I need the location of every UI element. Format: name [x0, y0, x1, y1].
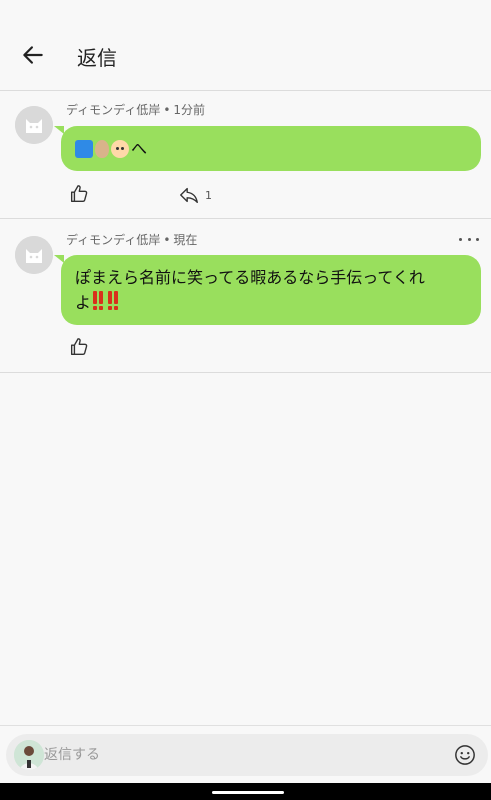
comment-text-line-2: よ [75, 290, 467, 315]
like-button[interactable] [68, 183, 90, 205]
reply-input-bar [6, 734, 488, 776]
double-exclamation-icon [91, 291, 106, 311]
back-button[interactable] [20, 42, 46, 68]
thumbs-up-icon [70, 338, 88, 356]
avatar[interactable] [15, 236, 53, 274]
author-name[interactable]: ディモンディ低岸 [66, 103, 160, 117]
blue-square-icon [75, 139, 93, 158]
smiley-icon [455, 745, 475, 765]
author-name[interactable]: ディモンディ低岸 [66, 233, 160, 247]
comment-meta: ディモンディ低岸 • 現在 [66, 231, 197, 248]
page-title: 返信 [77, 46, 117, 70]
more-dots-icon [476, 237, 479, 241]
comment-text-line: よ [75, 293, 92, 312]
divider [0, 372, 491, 373]
divider [0, 90, 491, 91]
arrow-left-icon [23, 46, 43, 64]
comment-meta: ディモンディ低岸 • 1分前 [66, 101, 205, 118]
reply-arrow-icon [180, 187, 198, 204]
emoji-button[interactable] [454, 744, 476, 766]
avatar[interactable] [15, 106, 53, 144]
more-dots-icon [459, 237, 462, 241]
system-nav-bar [0, 783, 491, 800]
baby-face-icon [111, 139, 129, 158]
like-button[interactable] [68, 336, 90, 358]
user-avatar[interactable] [14, 740, 44, 770]
more-dots-icon [467, 237, 471, 241]
meta-separator: • [163, 103, 171, 117]
comment-text-line: ぽまえら名前に笑ってる暇あるなら手伝ってくれ [75, 268, 425, 287]
egg-icon [95, 139, 109, 158]
comment-bubble[interactable]: へ [54, 126, 481, 171]
meta-separator: • [163, 233, 171, 247]
user-avatar-icon [14, 740, 44, 770]
default-avatar-icon [15, 106, 53, 144]
comment-bubble[interactable]: ぽまえら名前に笑ってる暇あるなら手伝ってくれ よ [54, 255, 481, 325]
timestamp: 1分前 [173, 103, 206, 117]
double-exclamation-icon [106, 291, 121, 311]
divider [0, 725, 491, 726]
home-gesture-handle[interactable] [212, 791, 284, 794]
comment-text: ぽまえら名前に笑ってる暇あるなら手伝ってくれ よ [75, 265, 467, 315]
more-options-button[interactable] [459, 234, 479, 244]
comment-text: へ [75, 136, 481, 161]
comment-text-suffix: へ [131, 139, 148, 158]
thumbs-up-icon [70, 185, 88, 203]
reply-input[interactable] [44, 734, 444, 776]
header: 返信 [0, 0, 491, 90]
timestamp: 現在 [173, 233, 198, 247]
default-avatar-icon [15, 236, 53, 274]
divider [0, 218, 491, 219]
reply-count[interactable]: 1 [205, 189, 212, 202]
reply-button[interactable] [178, 184, 200, 206]
